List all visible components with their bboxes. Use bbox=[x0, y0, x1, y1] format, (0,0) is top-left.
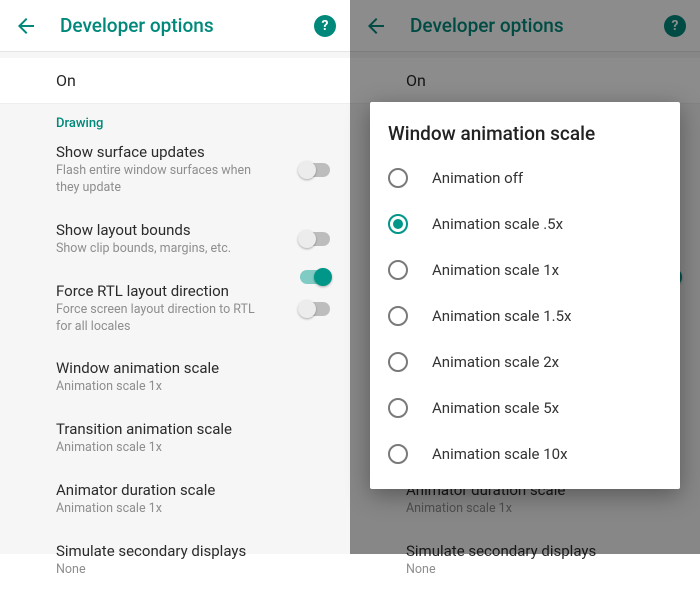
radio-label: Animation scale 2x bbox=[432, 353, 559, 371]
radio-icon bbox=[388, 260, 408, 280]
radio-icon bbox=[388, 306, 408, 326]
radio-option[interactable]: Animation scale 2x bbox=[388, 339, 668, 385]
item-toggle[interactable] bbox=[298, 160, 332, 180]
settings-item[interactable]: Force RTL layout direction Force screen l… bbox=[0, 270, 350, 348]
radio-option[interactable]: Animation scale .5x bbox=[388, 201, 668, 247]
app-bar: Developer options ? bbox=[0, 0, 350, 52]
radio-label: Animation scale 1.5x bbox=[432, 307, 571, 325]
item-toggle[interactable] bbox=[298, 229, 332, 249]
settings-item-title: Show surface updates bbox=[56, 143, 332, 161]
help-icon[interactable]: ? bbox=[314, 15, 336, 37]
settings-item-title: Simulate secondary displays bbox=[56, 542, 332, 560]
page-title: Developer options bbox=[60, 14, 314, 37]
settings-item[interactable]: Transition animation scale Animation scal… bbox=[0, 408, 350, 469]
radio-icon bbox=[388, 398, 408, 418]
settings-item-subtitle: Force screen layout direction to RTL for… bbox=[56, 302, 332, 336]
settings-screen-left: Developer options ? On Drawing Show surf… bbox=[0, 0, 350, 554]
settings-item-title: Animator duration scale bbox=[56, 481, 332, 499]
radio-option[interactable]: Animation scale 1x bbox=[388, 247, 668, 293]
radio-option[interactable]: Animation scale 1.5x bbox=[388, 293, 668, 339]
settings-item[interactable]: Window animation scale Animation scale 1x bbox=[0, 347, 350, 408]
back-arrow-icon[interactable] bbox=[14, 14, 38, 38]
settings-item-subtitle: Show clip bounds, margins, etc. bbox=[56, 241, 332, 258]
settings-item-subtitle: Animation scale 1x bbox=[56, 501, 332, 518]
radio-icon bbox=[388, 352, 408, 372]
radio-label: Animation off bbox=[432, 169, 523, 187]
radio-label: Animation scale 5x bbox=[432, 399, 559, 417]
radio-option[interactable]: Animation off bbox=[388, 155, 668, 201]
settings-item-subtitle: None bbox=[406, 562, 682, 579]
master-toggle-row[interactable]: On bbox=[0, 58, 350, 104]
radio-icon bbox=[388, 214, 408, 234]
dialog-title: Window animation scale bbox=[388, 122, 668, 145]
settings-item[interactable]: Animator duration scale Animation scale 1… bbox=[0, 469, 350, 530]
settings-item[interactable]: Show surface updates Flash entire window … bbox=[0, 131, 350, 209]
master-toggle-label: On bbox=[56, 71, 332, 90]
section-header-drawing: Drawing bbox=[0, 104, 350, 131]
settings-item-subtitle: Animation scale 1x bbox=[56, 379, 332, 396]
item-toggle[interactable] bbox=[298, 299, 332, 319]
settings-item-title: Show layout bounds bbox=[56, 221, 332, 239]
radio-label: Animation scale .5x bbox=[432, 215, 563, 233]
radio-label: Animation scale 1x bbox=[432, 261, 559, 279]
settings-item-title: Force RTL layout direction bbox=[56, 282, 332, 300]
settings-item[interactable]: Show layout bounds Show clip bounds, marg… bbox=[0, 209, 350, 270]
settings-item-subtitle: Flash entire window surfaces when they u… bbox=[56, 163, 332, 197]
radio-label: Animation scale 10x bbox=[432, 445, 568, 463]
settings-item-title: Transition animation scale bbox=[56, 420, 332, 438]
radio-option[interactable]: Animation scale 10x bbox=[388, 431, 668, 477]
settings-screen-right: Developer options ? On Drawing Show surf… bbox=[350, 0, 700, 554]
radio-icon bbox=[388, 444, 408, 464]
settings-item-subtitle: Animation scale 1x bbox=[56, 440, 332, 457]
radio-option[interactable]: Animation scale 5x bbox=[388, 385, 668, 431]
settings-item-subtitle: None bbox=[56, 562, 332, 579]
settings-item[interactable]: Simulate secondary displays None bbox=[0, 530, 350, 591]
animation-scale-dialog: Window animation scale Animation off Anim… bbox=[370, 102, 680, 489]
radio-icon bbox=[388, 168, 408, 188]
settings-item-title: Window animation scale bbox=[56, 359, 332, 377]
